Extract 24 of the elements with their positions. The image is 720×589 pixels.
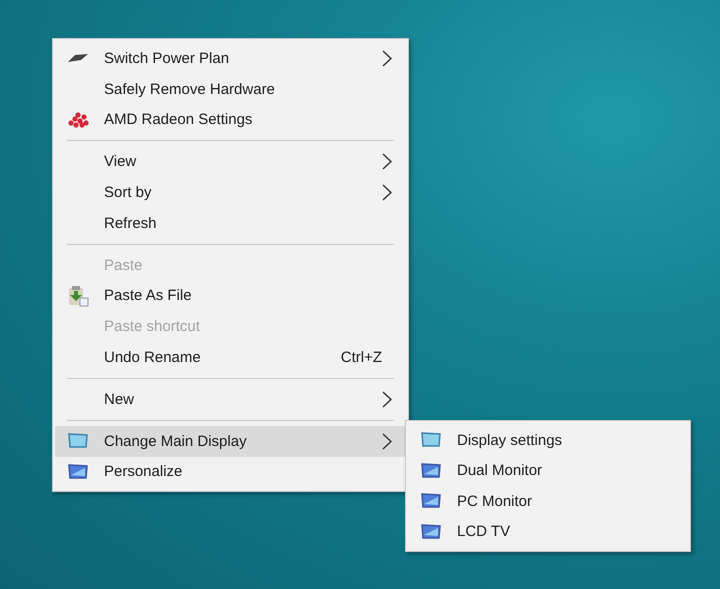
menu-item[interactable]: Change Main Display bbox=[55, 426, 406, 457]
monitor-icon bbox=[67, 462, 89, 481]
menu-item[interactable]: PC Monitor bbox=[408, 486, 688, 516]
monitor-icon bbox=[420, 431, 442, 450]
menu-item[interactable]: New bbox=[55, 384, 406, 415]
menu-item[interactable]: Switch Power Plan bbox=[55, 43, 406, 74]
menu-item[interactable]: Personalize bbox=[55, 456, 406, 488]
monitor-icon bbox=[420, 492, 442, 510]
menu-item[interactable]: Display settings bbox=[408, 425, 688, 456]
monitor-icon bbox=[420, 462, 442, 480]
menu-item[interactable]: Undo Rename Ctrl+Z bbox=[55, 342, 406, 373]
menu-item[interactable]: Sort by bbox=[55, 177, 406, 208]
menu-item[interactable]: Paste As File bbox=[55, 280, 406, 312]
menu-item[interactable]: Safely Remove Hardware bbox=[55, 74, 406, 105]
shortcut-text: Ctrl+Z bbox=[340, 349, 382, 366]
menu-item[interactable]: View bbox=[55, 146, 406, 178]
menu-item[interactable]: Refresh bbox=[55, 208, 406, 239]
clipboard-icon bbox=[67, 284, 89, 307]
monitor-icon bbox=[67, 432, 89, 450]
menu-item[interactable]: AMD Radeon Settings bbox=[55, 104, 406, 136]
menu-item[interactable]: LCD TV bbox=[408, 516, 688, 547]
monitor-icon bbox=[420, 522, 442, 541]
menu-item[interactable]: Dual Monitor bbox=[408, 456, 688, 486]
dots-icon bbox=[67, 110, 89, 129]
